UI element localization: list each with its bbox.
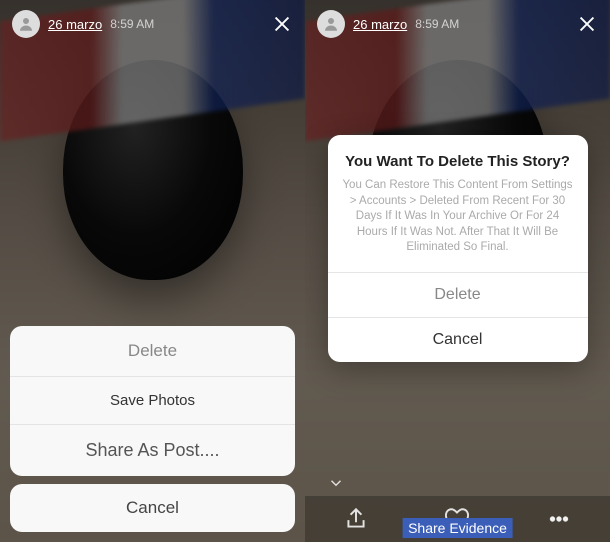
story-date[interactable]: 26 marzo [48, 17, 102, 32]
dialog-title: You Want To Delete This Story? [328, 135, 588, 178]
avatar[interactable] [12, 10, 40, 38]
more-icon [546, 506, 572, 532]
delete-confirm-dialog: You Want To Delete This Story? You Can R… [328, 135, 588, 362]
story-panel-right: 26 marzo 8:59 AM You Want To Delete This… [305, 0, 610, 542]
dialog-cancel-button[interactable]: Cancel [328, 317, 588, 362]
confirm-delete-button[interactable]: Delete [328, 272, 588, 317]
avatar[interactable] [317, 10, 345, 38]
share-evidence-label: Share Evidence [402, 518, 513, 538]
share-button[interactable] [343, 506, 369, 532]
more-button[interactable] [546, 506, 572, 532]
close-icon [271, 13, 293, 35]
close-button[interactable] [576, 13, 598, 35]
close-button[interactable] [271, 13, 293, 35]
save-photos-option[interactable]: Save Photos [10, 377, 295, 425]
story-panel-left: 26 marzo 8:59 AM Delete Save Photos Shar… [0, 0, 305, 542]
close-icon [576, 13, 598, 35]
story-time: 8:59 AM [415, 17, 459, 31]
action-sheet-group: Delete Save Photos Share As Post.... [10, 326, 295, 476]
story-date[interactable]: 26 marzo [353, 17, 407, 32]
cancel-button[interactable]: Cancel [10, 484, 295, 532]
person-icon [322, 15, 340, 33]
dialog-body: You Can Restore This Content From Settin… [328, 178, 588, 272]
chevron-down-icon[interactable] [327, 474, 345, 492]
person-icon [17, 15, 35, 33]
story-bottom-bar: Share Evidence [305, 496, 610, 542]
story-time: 8:59 AM [110, 17, 154, 31]
story-header: 26 marzo 8:59 AM [0, 0, 305, 48]
story-header: 26 marzo 8:59 AM [305, 0, 610, 48]
share-icon [343, 506, 369, 532]
delete-option[interactable]: Delete [10, 326, 295, 377]
action-sheet: Delete Save Photos Share As Post.... Can… [10, 326, 295, 532]
share-as-post-option[interactable]: Share As Post.... [10, 425, 295, 476]
